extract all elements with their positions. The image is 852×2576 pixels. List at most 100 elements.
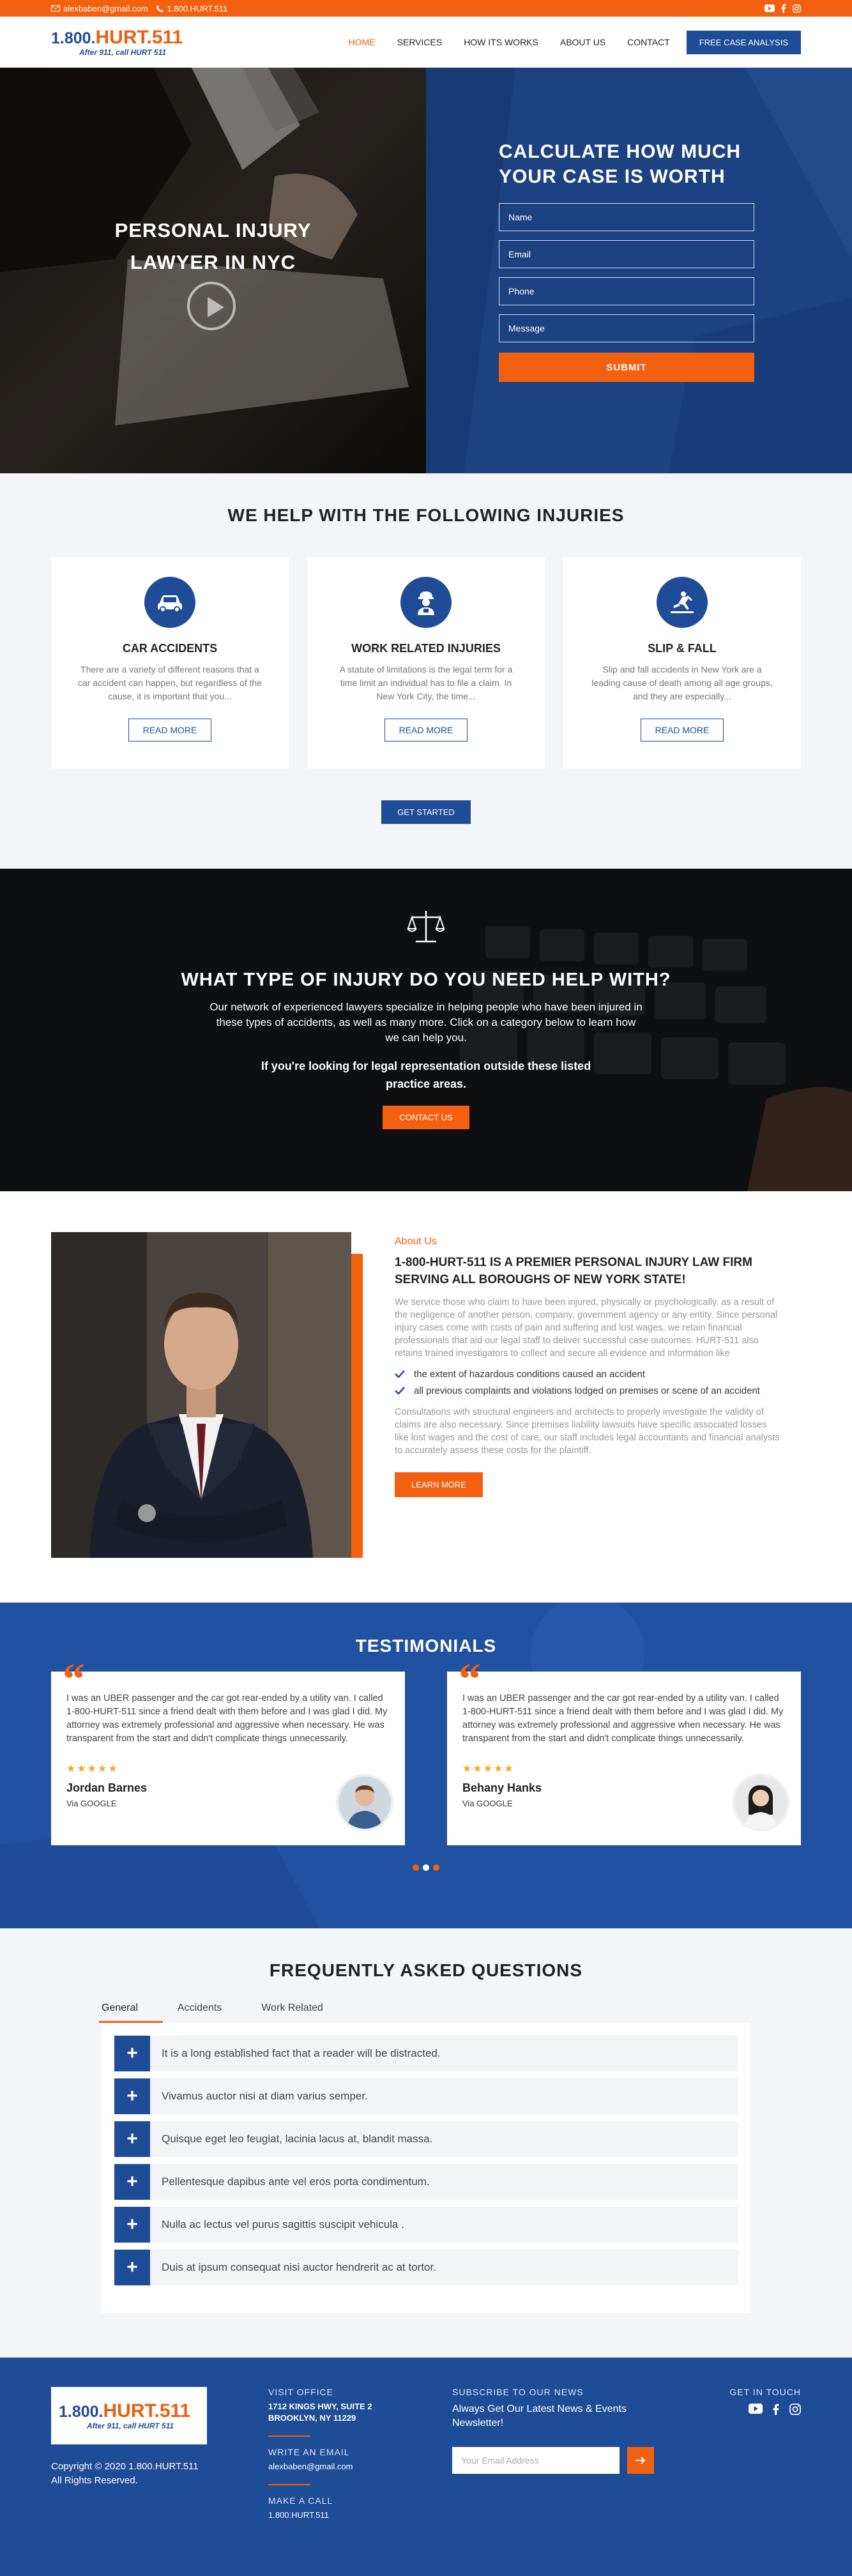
check-text: the extent of hazardous conditions cause… — [414, 1369, 645, 1380]
faq-question: Nulla ac lectus vel purus sagittis susci… — [162, 2218, 404, 2230]
lawyer-photo — [51, 1232, 363, 1558]
logo-name: HURT.511 — [103, 2400, 191, 2421]
injury-card-text: A statute of limitations is the legal te… — [339, 664, 513, 701]
submit-button[interactable]: SUBMIT — [499, 353, 754, 382]
carousel-dot[interactable] — [423, 1864, 429, 1871]
case-form: CALCULATE HOW MUCH YOUR CASE IS WORTH SUB… — [499, 139, 754, 382]
avatar — [336, 1774, 393, 1831]
name-field[interactable] — [499, 203, 754, 231]
faq-question: Pellentesque dapibus ante vel eros porta… — [162, 2176, 430, 2188]
about-title: 1-800-HURT-511 IS A PREMIER PERSONAL INJ… — [395, 1256, 752, 1286]
phone-field[interactable] — [499, 277, 754, 305]
footer-social: GET IN TOUCH — [729, 2387, 801, 2521]
office-address: 1712 KINGS HWY, SUITE 2 BROOKLYN, NY 1122… — [268, 2401, 452, 2424]
photo-accent-bar — [351, 1254, 363, 1558]
nav-home[interactable]: HOME — [349, 37, 376, 47]
topbar-phone-text: 1.800.HURT.511 — [167, 3, 228, 13]
injuries-section: WE HELP WITH THE FOLLOWING INJURIES CAR … — [0, 473, 852, 869]
read-more-button[interactable]: READ MORE — [384, 719, 468, 742]
about-paragraph-1: We service those who claim to have been … — [395, 1297, 778, 1359]
footer-phone-link[interactable]: 1.800.HURT.511 — [268, 2510, 452, 2521]
subscribe-email-input[interactable] — [452, 2447, 620, 2474]
address-line1: 1712 KINGS HWY, SUITE 2 — [268, 2402, 372, 2411]
plus-icon[interactable]: + — [114, 2078, 150, 2114]
plus-icon[interactable]: + — [114, 2207, 150, 2243]
help-text: Our network of experienced lawyers speci… — [209, 1001, 643, 1044]
topbar-social — [765, 4, 801, 13]
faq-item[interactable]: + Nulla ac lectus vel purus sagittis susc… — [114, 2207, 738, 2243]
scales-of-justice-icon — [407, 911, 445, 943]
top-bar: alexbaben@gmail.com 1.800.HURT.511 — [0, 0, 852, 17]
help-title: WHAT TYPE OF INJURY DO YOU NEED HELP WIT… — [181, 970, 671, 990]
injury-card-text: Slip and fall accidents in New York are … — [591, 664, 773, 701]
contact-us-button[interactable]: CONTACT US — [383, 1106, 469, 1129]
copyright-line1: Copyright © 2020 1.800.HURT.511 — [51, 2461, 199, 2472]
injury-cards: CAR ACCIDENTS There are a variety of dif… — [51, 558, 801, 768]
nav-contact[interactable]: CONTACT — [627, 37, 670, 47]
nav-how-it-works[interactable]: HOW ITS WORKS — [464, 37, 538, 47]
carousel-dot[interactable] — [433, 1864, 439, 1871]
hero: PERSONAL INJURY LAWYER IN NYC CALCULATE H… — [0, 68, 852, 473]
faq-item[interactable]: + Duis at ipsum consequat nisi auctor hen… — [114, 2250, 738, 2285]
testimonials-title: TESTIMONIALS — [355, 1636, 497, 1656]
plus-icon[interactable]: + — [114, 2121, 150, 2157]
help-section: WHAT TYPE OF INJURY DO YOU NEED HELP WIT… — [0, 869, 852, 1191]
nav-about[interactable]: ABOUT US — [560, 37, 605, 47]
injury-card-text: There are a variety of different reasons… — [78, 664, 262, 701]
read-more-button[interactable]: READ MORE — [640, 719, 724, 742]
logo-name: HURT.511 — [95, 27, 183, 48]
injury-card-title: SLIP & FALL — [648, 642, 717, 655]
list-item: all previous complaints and violations l… — [395, 1384, 782, 1398]
about-check-list: the extent of hazardous conditions cause… — [395, 1368, 782, 1398]
footer-email-link[interactable]: alexbaben@gmail.com — [268, 2461, 452, 2473]
facebook-icon[interactable] — [773, 2404, 779, 2415]
nav-menu: HOME SERVICES HOW ITS WORKS ABOUT US CON… — [327, 30, 801, 54]
topbar-email-text: alexbaben@gmail.com — [63, 3, 148, 13]
tab-general[interactable]: General — [99, 2002, 163, 2023]
email-field[interactable] — [499, 240, 754, 268]
instagram-icon[interactable] — [793, 4, 801, 13]
logo[interactable]: 1.800.HURT.511 After 911, call HURT 511 — [51, 27, 183, 57]
subscribe-button[interactable] — [627, 2447, 654, 2474]
about-section: About Us 1-800-HURT-511 IS A PREMIER PER… — [0, 1191, 852, 1603]
faq-title: FREQUENTLY ASKED QUESTIONS — [269, 1960, 583, 1980]
copyright: Copyright © 2020 1.800.HURT.511 All Right… — [51, 2460, 268, 2488]
faq-question: It is a long established fact that a rea… — [162, 2047, 441, 2059]
phone-icon — [156, 4, 164, 12]
testimonials-section: TESTIMONIALS “ I was an UBER passenger a… — [0, 1603, 852, 1928]
youtube-icon[interactable] — [749, 2404, 763, 2414]
footer-logo[interactable]: 1.800.HURT.511 After 911, call HURT 511 — [51, 2387, 207, 2444]
message-field[interactable] — [499, 314, 754, 342]
play-video-icon[interactable] — [187, 282, 236, 330]
footer: 1.800.HURT.511 After 911, call HURT 511 … — [0, 2358, 852, 2576]
faq-item[interactable]: + Pellentesque dapibus ante vel eros port… — [114, 2164, 738, 2200]
testimonial-card: “ I was an UBER passenger and the car go… — [51, 1658, 405, 1845]
about-paragraph-2: Consultations with structural engineers … — [395, 1407, 780, 1456]
plus-icon[interactable]: + — [114, 2250, 150, 2285]
faq-item[interactable]: + Vivamus auctor nisi at diam varius semp… — [114, 2078, 738, 2114]
car-icon — [144, 577, 195, 628]
youtube-icon[interactable] — [765, 4, 775, 12]
instagram-icon[interactable] — [789, 2404, 801, 2415]
tab-work-related[interactable]: Work Related — [261, 2002, 323, 2023]
get-started-button[interactable]: GET STARTED — [381, 800, 471, 824]
free-case-analysis-button[interactable]: FREE CASE ANALYSIS — [686, 30, 801, 54]
topbar-email[interactable]: alexbaben@gmail.com — [51, 4, 148, 13]
faq-list: + It is a long established fact that a re… — [102, 2023, 750, 2313]
faq-question: Quisque eget leo feugiat, lacinia lacus … — [162, 2133, 433, 2145]
read-more-button[interactable]: READ MORE — [128, 719, 212, 742]
topbar-phone[interactable]: 1.800.HURT.511 — [156, 4, 227, 13]
plus-icon[interactable]: + — [114, 2164, 150, 2200]
faq-item[interactable]: + Quisque eget leo feugiat, lacinia lacus… — [114, 2121, 738, 2157]
carousel-dot[interactable] — [413, 1864, 419, 1871]
injury-card-title: CAR ACCIDENTS — [122, 642, 218, 655]
address-line2: BROOKLYN, NY 11229 — [268, 2413, 356, 2423]
facebook-icon[interactable] — [781, 4, 786, 13]
learn-more-button[interactable]: LEARN MORE — [395, 1472, 483, 1497]
testimonial-card: “ I was an UBER passenger and the car go… — [447, 1658, 801, 1845]
hero-title: PERSONAL INJURY LAWYER IN NYC — [0, 215, 426, 278]
plus-icon[interactable]: + — [114, 2036, 150, 2071]
tab-accidents[interactable]: Accidents — [178, 2002, 222, 2023]
faq-item[interactable]: + It is a long established fact that a re… — [114, 2036, 738, 2071]
nav-services[interactable]: SERVICES — [397, 37, 443, 47]
